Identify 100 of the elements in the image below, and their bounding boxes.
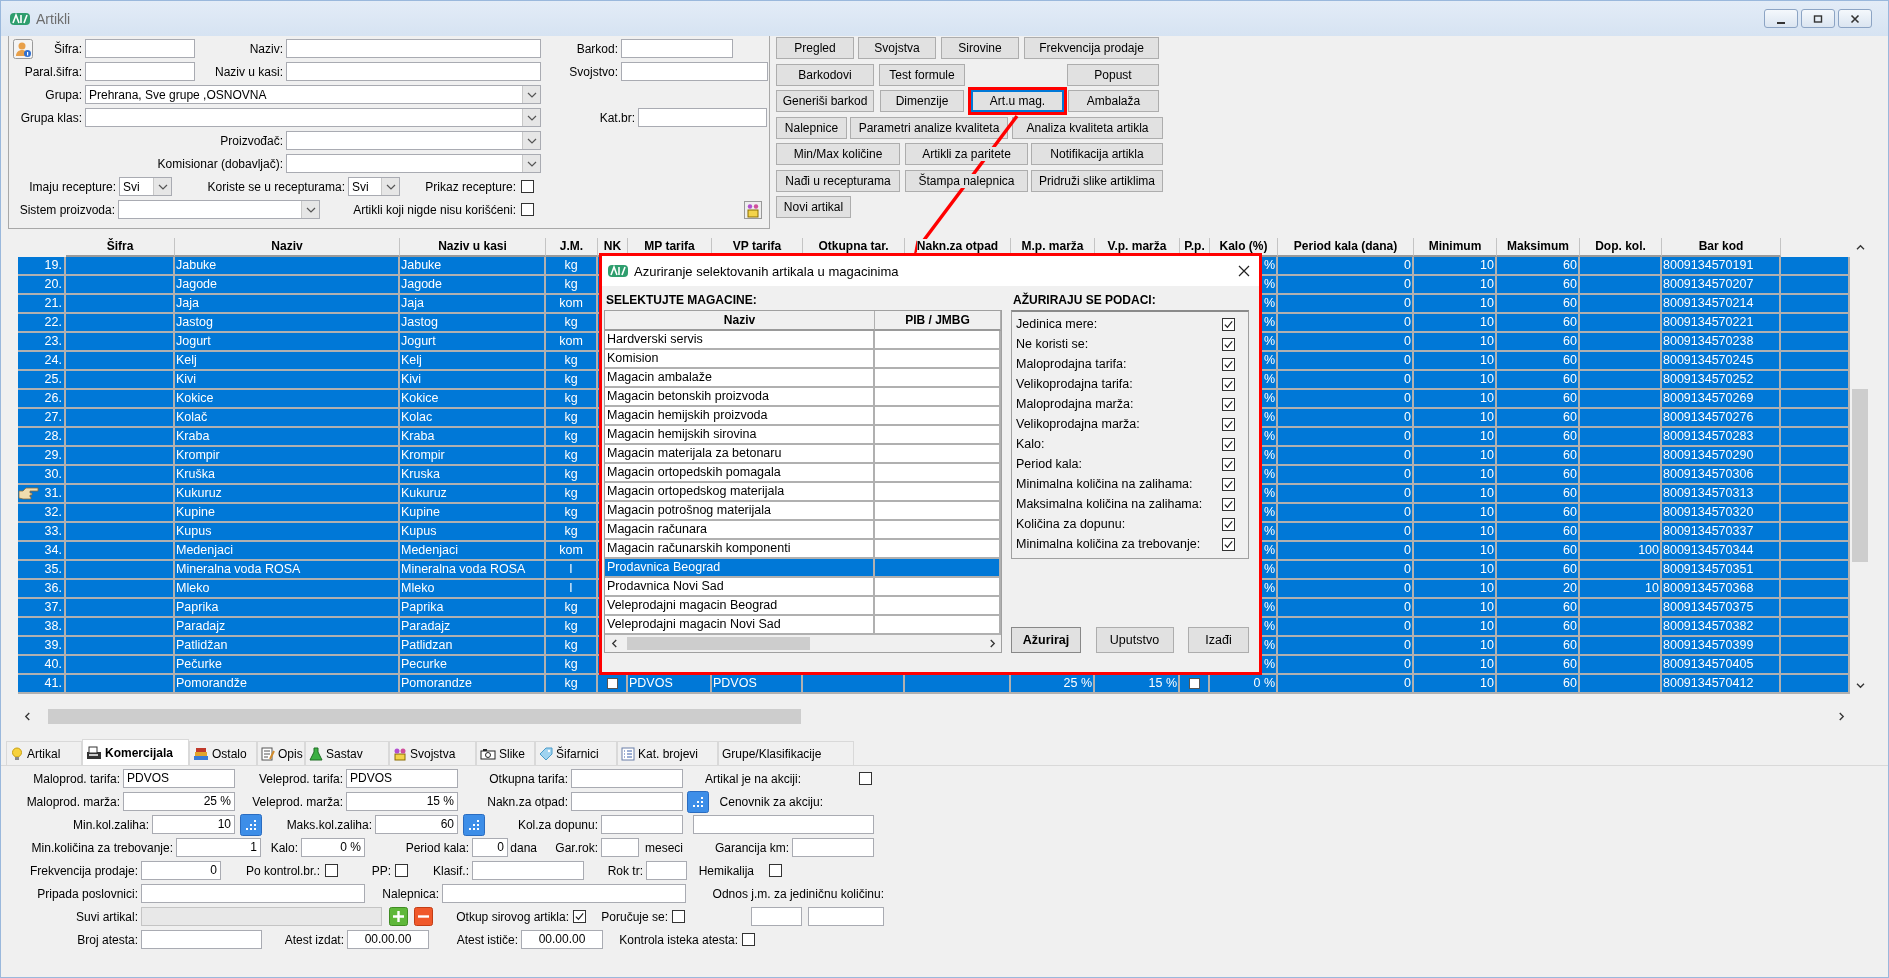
table-cell: 10	[1480, 675, 1494, 692]
table-cell: %	[1263, 295, 1275, 312]
table-cell: 10	[1480, 257, 1494, 274]
table-cell: 10	[1480, 447, 1494, 464]
table-cell: 20	[1563, 580, 1577, 597]
table-cell: 0	[1404, 257, 1411, 274]
table-cell: Kokice	[401, 390, 439, 407]
table-cell: 0 %	[1253, 675, 1275, 692]
table-cell: 10	[1480, 523, 1494, 540]
table-cell: kg	[564, 409, 578, 426]
table-cell: 0	[1404, 675, 1411, 692]
table-cell: Kupine	[401, 504, 440, 521]
table-cell: Kelj	[401, 352, 422, 369]
table-cell: 25 %	[1063, 675, 1092, 692]
table-cell: 8009134570207	[1663, 276, 1754, 293]
field-label: Odnos j.m. za jediničnu količinu:	[711, 886, 885, 901]
field-label: Prikaz recepture:	[424, 179, 517, 194]
table-cell: %	[1263, 409, 1275, 426]
table-cell: 60	[1563, 485, 1577, 502]
field-label: Nalepnica:	[381, 886, 440, 901]
table-cell: Prodavnica Beograd	[607, 560, 721, 574]
field-label: Min.količina za trebovanje:	[30, 840, 174, 855]
table-cell: 10	[1480, 276, 1494, 293]
table-cell: Kolac	[401, 409, 433, 426]
table-cell: 10	[1645, 580, 1659, 597]
table-cell: 60	[1563, 523, 1577, 540]
table-cell: Patlidžan	[176, 637, 228, 654]
table-cell: 8009134570337	[1663, 523, 1754, 540]
table-cell: 8009134570320	[1663, 504, 1754, 521]
table-cell: 0	[1404, 466, 1411, 483]
table-cell: %	[1263, 599, 1275, 616]
table-cell: Pomorandže	[176, 675, 247, 692]
table-cell: Paradajz	[401, 618, 451, 635]
table-cell: kg	[564, 675, 578, 692]
table-cell: 10	[1480, 314, 1494, 331]
field-label: Kat.br:	[598, 110, 636, 125]
table-cell: Mineralna voda ROSA	[401, 561, 526, 578]
field-label: Otkup sirovog artikla:	[455, 909, 570, 924]
table-cell: kg	[564, 504, 578, 521]
table-cell: Veleprodajni magacin Beograd	[607, 598, 778, 612]
table-cell: 0	[1404, 428, 1411, 445]
table-cell: Kruska	[401, 466, 440, 483]
table-cell: Jastog	[401, 314, 438, 331]
field-label: Maloprod. tarifa:	[32, 771, 121, 786]
table-cell: 60	[1563, 295, 1577, 312]
field-label: Koriste se u recepturama:	[206, 179, 346, 194]
table-cell: 8009134570382	[1663, 618, 1754, 635]
table-cell: Kraba	[401, 428, 435, 445]
table-cell: Kolač	[176, 409, 208, 426]
table-cell: %	[1263, 428, 1275, 445]
table-cell: 60	[1563, 656, 1577, 673]
table-cell: Magacin hemijskih proizvoda	[607, 408, 768, 422]
table-cell: 10	[1480, 428, 1494, 445]
table-cell: 10	[1480, 390, 1494, 407]
field-label: Maloprodajna marža:	[1016, 397, 1134, 411]
table-cell: 8009134570283	[1663, 428, 1754, 445]
table-cell: Medenjaci	[176, 542, 233, 559]
table-cell: 10	[1480, 333, 1494, 350]
table-cell: Magacin ortopedskih pomagala	[607, 465, 781, 479]
field-label: Ne koristi se:	[1016, 337, 1089, 351]
table-cell: 0	[1404, 599, 1411, 616]
table-cell: kg	[564, 390, 578, 407]
table-cell: 10	[1480, 371, 1494, 388]
table-cell: Magacin računarskih komponenti	[607, 541, 791, 555]
table-cell: 10	[1480, 504, 1494, 521]
table-cell: kg	[564, 656, 578, 673]
table-cell: 0	[1404, 561, 1411, 578]
field-label: Gar.rok:	[554, 840, 599, 855]
field-label: PP:	[370, 863, 392, 878]
table-cell: 0	[1404, 504, 1411, 521]
table-cell: kg	[564, 447, 578, 464]
table-cell: 60	[1563, 276, 1577, 293]
table-cell: 10	[1480, 618, 1494, 635]
field-label: Maloprod. marža:	[25, 794, 121, 809]
field-label: meseci	[644, 840, 684, 855]
table-cell: kg	[564, 618, 578, 635]
field-label: Grupa klas:	[19, 110, 83, 125]
field-label: Naziv:	[248, 41, 284, 56]
table-cell: Jastog	[176, 314, 213, 331]
table-cell: 0	[1404, 371, 1411, 388]
table-cell: l	[569, 580, 573, 597]
table-cell: kom	[559, 295, 583, 312]
table-cell: kg	[564, 352, 578, 369]
table-cell: Jagode	[401, 276, 442, 293]
table-cell: Paprika	[401, 599, 444, 616]
field-label: Velikoprodajna marža:	[1016, 417, 1140, 431]
table-cell: Jogurt	[401, 333, 436, 350]
table-cell: 0	[1404, 352, 1411, 369]
table-cell: 60	[1563, 352, 1577, 369]
field-label: Maks.kol.zaliha:	[285, 817, 373, 832]
table-cell: 60	[1563, 561, 1577, 578]
field-label: Poručuje se:	[600, 909, 669, 924]
table-cell: Kokice	[176, 390, 214, 407]
table-cell: 8009134570214	[1663, 295, 1754, 312]
table-cell: 8009134570351	[1663, 561, 1754, 578]
field-label: Grupa:	[44, 87, 83, 102]
table-cell: kg	[564, 428, 578, 445]
table-cell: kg	[564, 314, 578, 331]
table-cell: %	[1263, 485, 1275, 502]
table-cell: 0	[1404, 637, 1411, 654]
